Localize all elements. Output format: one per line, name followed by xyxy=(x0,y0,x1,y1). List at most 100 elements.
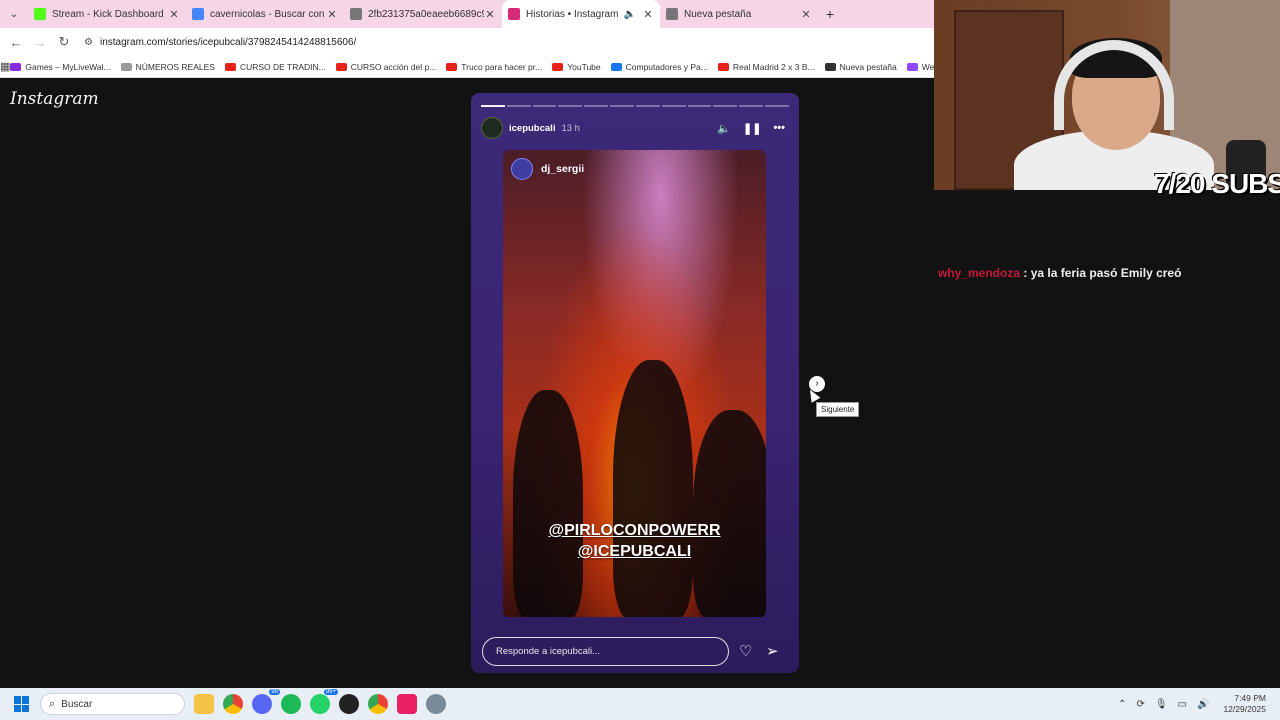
story-video[interactable]: dj_sergii @PIRLOCONPOWERR @ICEPUBCALI xyxy=(503,150,766,617)
bookmarks-bar: ▦ Games – MyLiveWal... NÚMEROS REALES CURS… xyxy=(0,56,934,78)
globe-icon xyxy=(350,8,362,20)
windows-start-icon[interactable] xyxy=(14,696,30,712)
bookmark-label: CURSO DE TRADIN... xyxy=(239,61,326,72)
reply-input[interactable]: Responde a icepubcali... xyxy=(482,637,729,666)
back-button[interactable]: ← xyxy=(4,35,28,50)
chat-message: why_mendoza : ya la feria pasó Emily cre… xyxy=(938,266,1181,280)
reload-button[interactable]: ↻ xyxy=(52,34,76,50)
clock-time: 7:49 PM xyxy=(1234,693,1266,703)
browser-tab[interactable]: cavernicolas - Buscar con Goog✕ xyxy=(186,0,344,28)
bookmark-icon xyxy=(446,62,458,71)
chat-text: : ya la feria pasó Emily creó xyxy=(1020,266,1182,280)
caption-mention-1[interactable]: @PIRLOCONPOWERR xyxy=(503,520,766,541)
caption-mention-2[interactable]: @ICEPUBCALI xyxy=(503,541,766,562)
windows-taskbar: ⌕ Buscar 99 99+ ⌃ ⟳ 🎙 ▭ 🔊 7:49 PM 12/29/… xyxy=(0,688,1280,720)
kick-icon xyxy=(34,8,46,20)
story-author-avatar[interactable] xyxy=(481,117,503,139)
close-tab-icon[interactable]: ✕ xyxy=(326,8,338,21)
address-bar[interactable]: ⚙ instagram.com/stories/icepubcali/37982… xyxy=(84,31,934,53)
close-tab-icon[interactable]: ✕ xyxy=(168,8,180,21)
story-progress-bar xyxy=(481,105,789,107)
taskbar-clock[interactable]: 7:49 PM 12/29/2025 xyxy=(1223,693,1266,715)
tab-title: Stream - Kick Dashboard xyxy=(52,8,164,20)
chrome-icon[interactable] xyxy=(223,694,243,714)
bookmark-item[interactable]: NÚMEROS REALES xyxy=(120,62,215,72)
bookmark-item[interactable]: Games – MyLiveWal... xyxy=(10,62,111,72)
bookmark-item[interactable]: CURSO DE TRADIN... xyxy=(224,61,326,72)
close-tab-icon[interactable]: ✕ xyxy=(642,8,654,21)
browser-tab[interactable]: Historias • Instagram 🔈 ✕ xyxy=(502,0,660,28)
taskbar-search-label: Buscar xyxy=(61,698,93,710)
forward-button[interactable]: → xyxy=(28,35,52,50)
obs-icon[interactable] xyxy=(339,694,359,714)
bookmark-item[interactable]: WestCOL - xyxy=(906,62,934,72)
spotify-icon[interactable] xyxy=(281,694,301,714)
bookmark-icon xyxy=(824,62,836,71)
instagram-logo[interactable]: Instagram xyxy=(10,89,99,109)
instagram-stories-page: Instagram icepubcali 13 h 🔈 ❚❚ ••• dj_se… xyxy=(0,79,934,688)
microphone-icon[interactable]: 🎙 xyxy=(1155,699,1168,710)
tab-strip: Stream - Kick Dashboard ✕ cavernicolas - B… xyxy=(28,0,818,28)
instagram-icon xyxy=(508,8,520,20)
bookmark-item[interactable]: Truco para hacer pr... xyxy=(446,62,542,72)
volume-icon[interactable]: 🔈 xyxy=(717,122,731,135)
clock-date: 12/29/2025 xyxy=(1223,704,1266,714)
bookmark-icon xyxy=(906,62,918,71)
tab-title: Nueva pestaña xyxy=(684,8,752,20)
story-timestamp: 13 h xyxy=(561,122,580,134)
story-header: icepubcali 13 h 🔈 ❚❚ ••• xyxy=(481,115,785,141)
bookmark-label: CURSO acción del p... xyxy=(350,61,437,72)
subs-goal-counter: 7/20 SUBS xyxy=(1154,168,1280,199)
discord-badge: 99 xyxy=(269,689,280,695)
close-tab-icon[interactable]: ✕ xyxy=(800,8,812,21)
browser-tab[interactable]: Stream - Kick Dashboard ✕ xyxy=(28,0,186,28)
more-options-icon[interactable]: ••• xyxy=(773,122,785,134)
network-icon[interactable]: ⟳ xyxy=(1136,699,1144,710)
display-icon[interactable]: ▭ xyxy=(1178,699,1187,710)
progress-segment xyxy=(584,105,609,107)
browser-tab[interactable]: 2fb231375a0eaeeb6689c9d68✕ xyxy=(344,0,502,28)
send-share-icon[interactable]: ➢ xyxy=(766,642,779,660)
bookmark-label: Truco para hacer pr... xyxy=(461,61,543,72)
system-tray: ⌃ ⟳ 🎙 ▭ 🔊 7:49 PM 12/29/2025 xyxy=(1108,688,1266,720)
discord-icon[interactable]: 99 xyxy=(252,689,280,714)
site-info-icon[interactable]: ⚙ xyxy=(84,37,100,48)
tab-audio-icon[interactable]: 🔈 xyxy=(624,9,636,20)
bookmark-icon xyxy=(10,62,22,71)
bookmark-item[interactable]: Computadores y Pa... xyxy=(610,61,708,72)
bookmark-icon xyxy=(610,62,622,71)
close-tab-icon[interactable]: ✕ xyxy=(484,8,496,21)
browser-tab[interactable]: Nueva pestaña ✕ xyxy=(660,0,818,28)
progress-segment xyxy=(635,105,660,107)
bookmark-label: Nueva pestaña xyxy=(839,61,897,72)
bookmark-item[interactable]: CURSO acción del p... xyxy=(335,61,437,72)
bookmarks-list: Games – MyLiveWal... NÚMEROS REALES CURSO … xyxy=(10,62,934,72)
like-heart-icon[interactable]: ♡ xyxy=(739,642,752,660)
story-author-name[interactable]: icepubcali xyxy=(509,123,555,134)
tab-title: 2fb231375a0eaeeb6689c9d68 xyxy=(368,8,484,20)
taskbar-search[interactable]: ⌕ Buscar xyxy=(40,693,185,715)
whatsapp-icon[interactable]: 99+ xyxy=(310,689,338,714)
settings-gear-icon[interactable] xyxy=(426,694,446,714)
tiktok-icon[interactable] xyxy=(397,694,417,714)
bookmark-item[interactable]: YouTube xyxy=(552,62,601,72)
mention-username: dj_sergii xyxy=(541,163,585,175)
progress-segment xyxy=(765,105,789,107)
speaker-icon[interactable]: 🔊 xyxy=(1197,699,1209,710)
file-explorer-icon[interactable] xyxy=(194,694,214,714)
apps-grid-icon[interactable]: ▦ xyxy=(0,60,10,73)
tray-overflow-icon[interactable]: ⌃ xyxy=(1118,699,1126,710)
bookmark-label: Computadores y Pa... xyxy=(625,61,708,72)
progress-segment xyxy=(506,105,531,107)
new-tab-button[interactable]: + xyxy=(818,6,842,22)
story-caption: @PIRLOCONPOWERR @ICEPUBCALI xyxy=(503,520,766,562)
bookmark-item[interactable]: Nueva pestaña xyxy=(824,61,897,72)
progress-segment xyxy=(739,105,764,107)
progress-segment xyxy=(713,105,738,107)
chrome-alt-icon[interactable] xyxy=(368,694,388,714)
tab-search-button[interactable]: ⌄ xyxy=(0,0,28,28)
pause-icon[interactable]: ❚❚ xyxy=(743,122,761,135)
story-mention-tag[interactable]: dj_sergii xyxy=(511,158,584,180)
browser-tab-bar: ⌄ Stream - Kick Dashboard ✕ cavernicolas -… xyxy=(0,0,934,28)
bookmark-item[interactable]: Real Madrid 2 x 3 B... xyxy=(717,62,815,72)
